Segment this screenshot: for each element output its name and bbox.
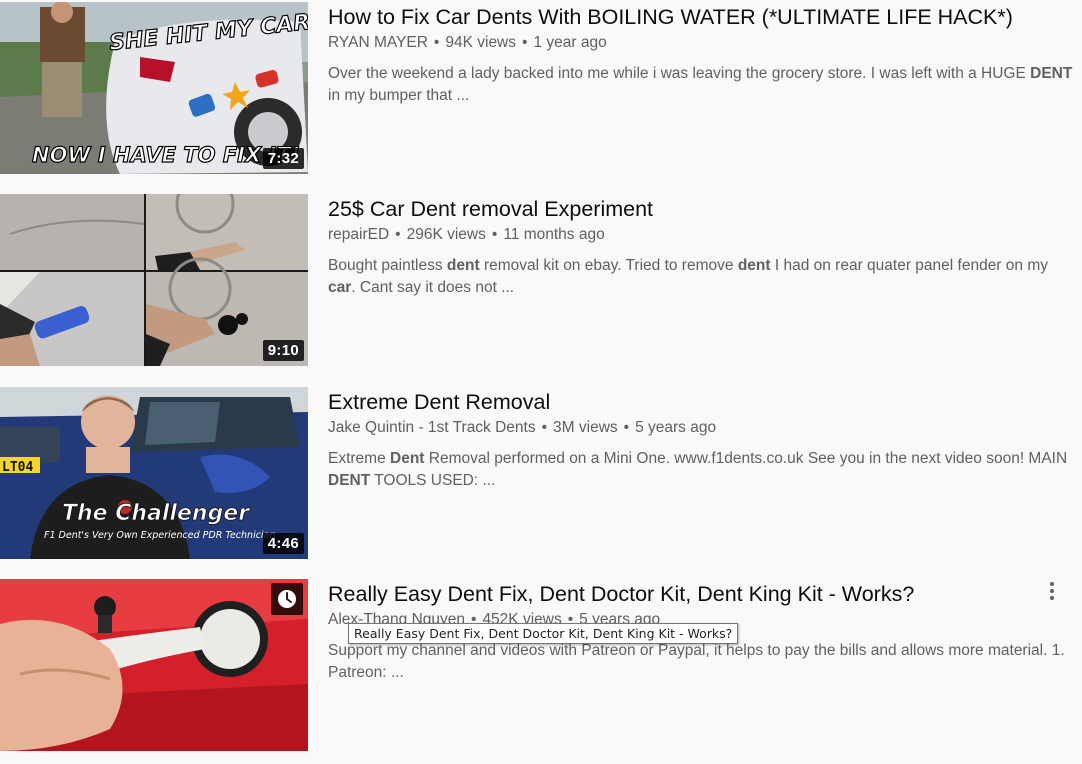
video-thumbnail[interactable]: 9:10: [0, 194, 308, 366]
more-vert-icon: [1040, 582, 1064, 600]
upload-age: 5 years ago: [635, 419, 717, 436]
channel-name[interactable]: RYAN MAYER: [328, 34, 428, 51]
video-meta: RYAN MAYER • 94K views • 1 year ago: [328, 34, 607, 51]
thumbnail-text-bottom: NOW I HAVE TO FIX IT!: [32, 143, 300, 167]
view-count: 296K views: [406, 226, 486, 243]
video-result: 9:10 25$ Car Dent removal Experiment rep…: [0, 194, 1082, 366]
video-duration: 7:32: [262, 148, 304, 169]
video-duration: 4:46: [262, 533, 304, 554]
thumbnail-image: [0, 194, 308, 366]
video-thumbnail[interactable]: [0, 579, 308, 751]
watch-later-button[interactable]: [271, 583, 303, 615]
license-plate: LT04: [2, 460, 33, 475]
search-results: SHE HIT MY CAR... NOW I HAVE TO FIX IT! …: [0, 0, 1082, 764]
thumbnail-text-top: The Challenger: [62, 501, 250, 526]
thumbnail-image: LT04 The Challenger F1 Dent's Very Own E…: [0, 387, 308, 559]
view-count: 3M views: [553, 419, 618, 436]
video-result: SHE HIT MY CAR... NOW I HAVE TO FIX IT! …: [0, 2, 1082, 174]
video-description: Extreme Dent Removal performed on a Mini…: [328, 450, 1068, 489]
channel-name[interactable]: Jake Quintin - 1st Track Dents: [328, 419, 536, 436]
video-description: Over the weekend a lady backed into me w…: [328, 65, 1073, 104]
upload-age: 1 year ago: [533, 34, 607, 51]
video-description: Bought paintless dent removal kit on eba…: [328, 257, 1048, 296]
view-count: 94K views: [445, 34, 517, 51]
thumbnail-image: [0, 579, 308, 751]
video-title[interactable]: Really Easy Dent Fix, Dent Doctor Kit, D…: [328, 580, 1068, 608]
video-result: Really Easy Dent Fix, Dent Doctor Kit, D…: [0, 579, 1082, 751]
video-info: 25$ Car Dent removal Experiment repairED…: [328, 194, 1068, 299]
video-title[interactable]: 25$ Car Dent removal Experiment: [328, 195, 1068, 223]
thumbnail-text-bottom: F1 Dent's Very Own Experienced PDR Techn…: [44, 530, 275, 541]
video-info: How to Fix Car Dents With BOILING WATER …: [328, 2, 1072, 107]
video-thumbnail[interactable]: LT04 The Challenger F1 Dent's Very Own E…: [0, 387, 308, 559]
clock-icon: [278, 590, 296, 608]
channel-name[interactable]: repairED: [328, 226, 389, 243]
video-meta: Jake Quintin - 1st Track Dents • 3M views •…: [328, 419, 717, 436]
title-tooltip: Really Easy Dent Fix, Dent Doctor Kit, D…: [348, 623, 739, 644]
video-result: LT04 The Challenger F1 Dent's Very Own E…: [0, 387, 1082, 559]
thumbnail-image: SHE HIT MY CAR... NOW I HAVE TO FIX IT!: [0, 2, 308, 174]
video-thumbnail[interactable]: SHE HIT MY CAR... NOW I HAVE TO FIX IT! …: [0, 2, 308, 174]
video-meta: repairED • 296K views • 11 months ago: [328, 226, 605, 243]
video-duration: 9:10: [262, 340, 304, 361]
video-info: Extreme Dent Removal Jake Quintin - 1st …: [328, 387, 1068, 492]
video-title[interactable]: Extreme Dent Removal: [328, 388, 1068, 416]
upload-age: 11 months ago: [503, 226, 605, 243]
video-title[interactable]: How to Fix Car Dents With BOILING WATER …: [328, 3, 1068, 31]
more-actions-button[interactable]: [1040, 579, 1064, 605]
video-description: Support my channel and videos with Patre…: [328, 642, 1065, 681]
